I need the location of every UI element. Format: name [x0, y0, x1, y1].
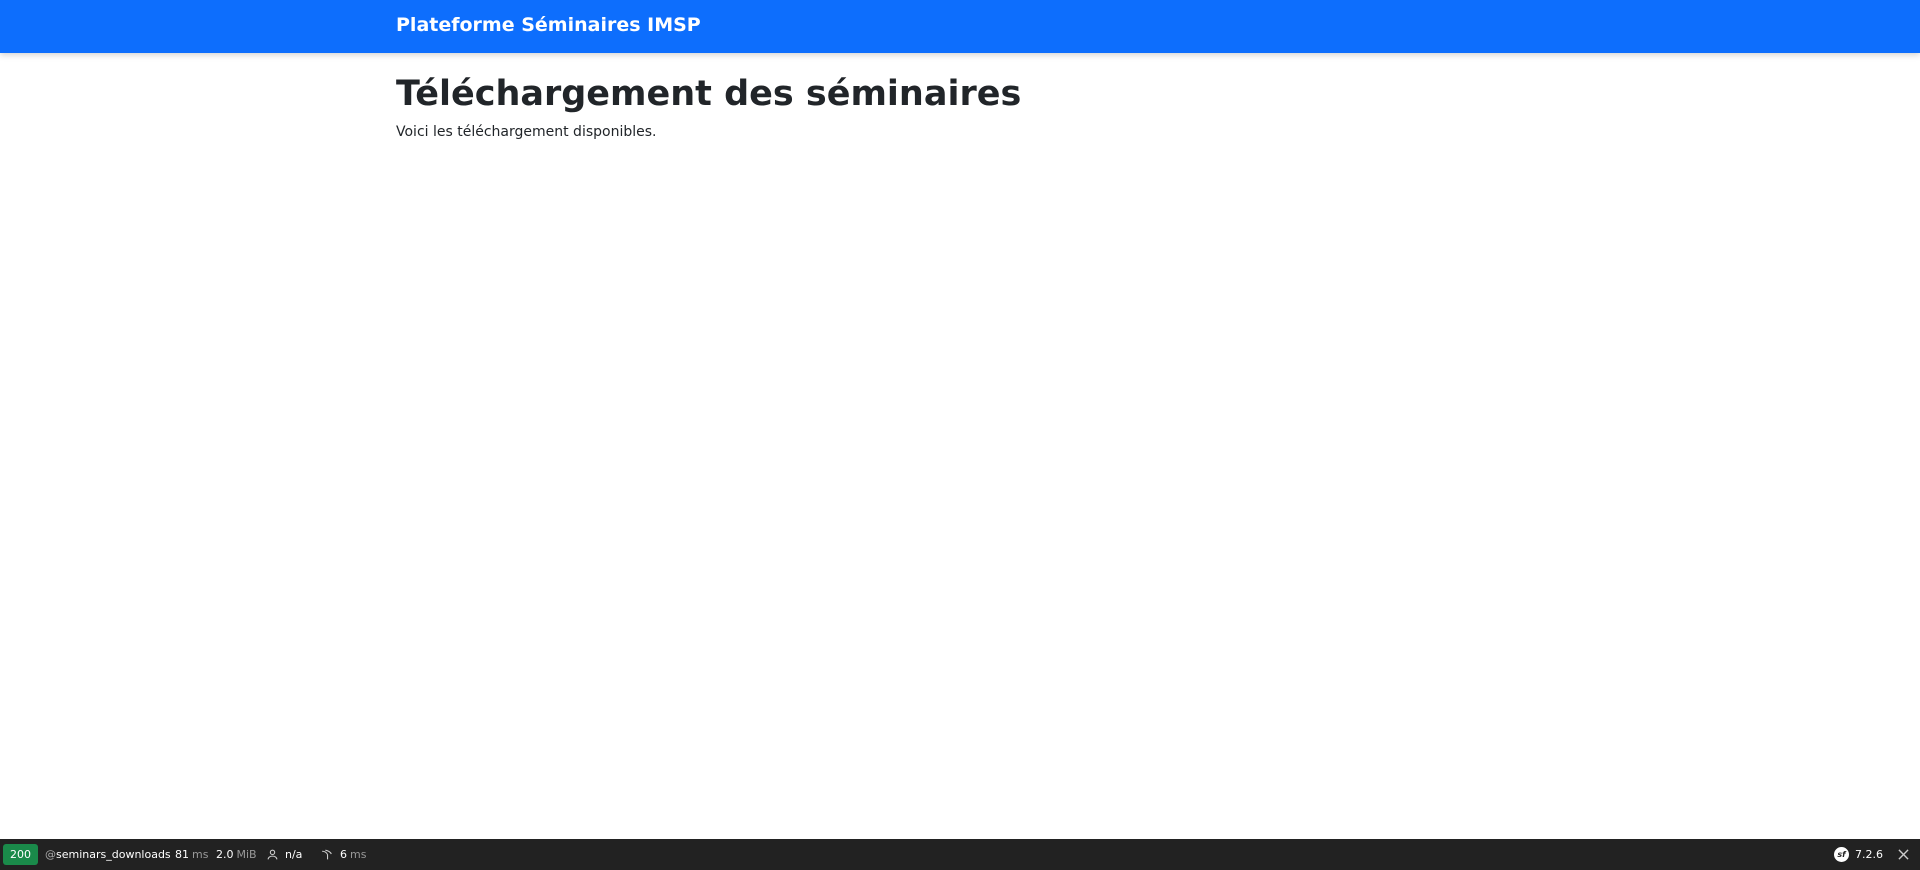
user-icon — [266, 848, 279, 861]
toolbar-symfony-version[interactable]: sf 7.2.6 — [1834, 839, 1883, 870]
close-icon — [1898, 849, 1909, 860]
top-navbar: Plateforme Séminaires IMSP — [0, 0, 1920, 53]
symfony-version: 7.2.6 — [1855, 848, 1883, 861]
navbar-brand-link[interactable]: Plateforme Séminaires IMSP — [396, 14, 701, 36]
route-prefix: @ — [45, 848, 56, 861]
user-value: n/a — [285, 848, 303, 861]
time-unit: ms — [192, 848, 209, 861]
toolbar-time[interactable]: 81 ms — [175, 839, 208, 870]
memory-unit: MiB — [236, 848, 257, 861]
route-label: seminars_downloads — [56, 848, 171, 861]
page-subtitle: Voici les téléchargement disponibles. — [396, 124, 657, 140]
twig-value: 6 — [340, 848, 347, 861]
toolbar-status-route[interactable]: 200 @seminars_downloads — [3, 839, 171, 870]
symfony-logo-icon: sf — [1834, 847, 1849, 862]
route-name: @seminars_downloads — [45, 848, 171, 861]
toolbar-user[interactable]: n/a — [266, 839, 302, 870]
toolbar-memory[interactable]: 2.0 MiB — [216, 839, 257, 870]
memory-value: 2.0 — [216, 848, 234, 861]
twig-icon — [320, 848, 334, 861]
page-title: Téléchargement des séminaires — [396, 74, 1022, 114]
status-badge: 200 — [3, 844, 38, 865]
twig-unit: ms — [350, 848, 367, 861]
main-content: Téléchargement des séminaires Voici les … — [396, 72, 1021, 140]
toolbar-close-button[interactable] — [1898, 839, 1909, 870]
toolbar-twig[interactable]: 6 ms — [320, 839, 366, 870]
time-value: 81 — [175, 848, 189, 861]
symfony-debug-toolbar: 200 @seminars_downloads 81 ms 2.0 MiB n/… — [0, 839, 1920, 870]
